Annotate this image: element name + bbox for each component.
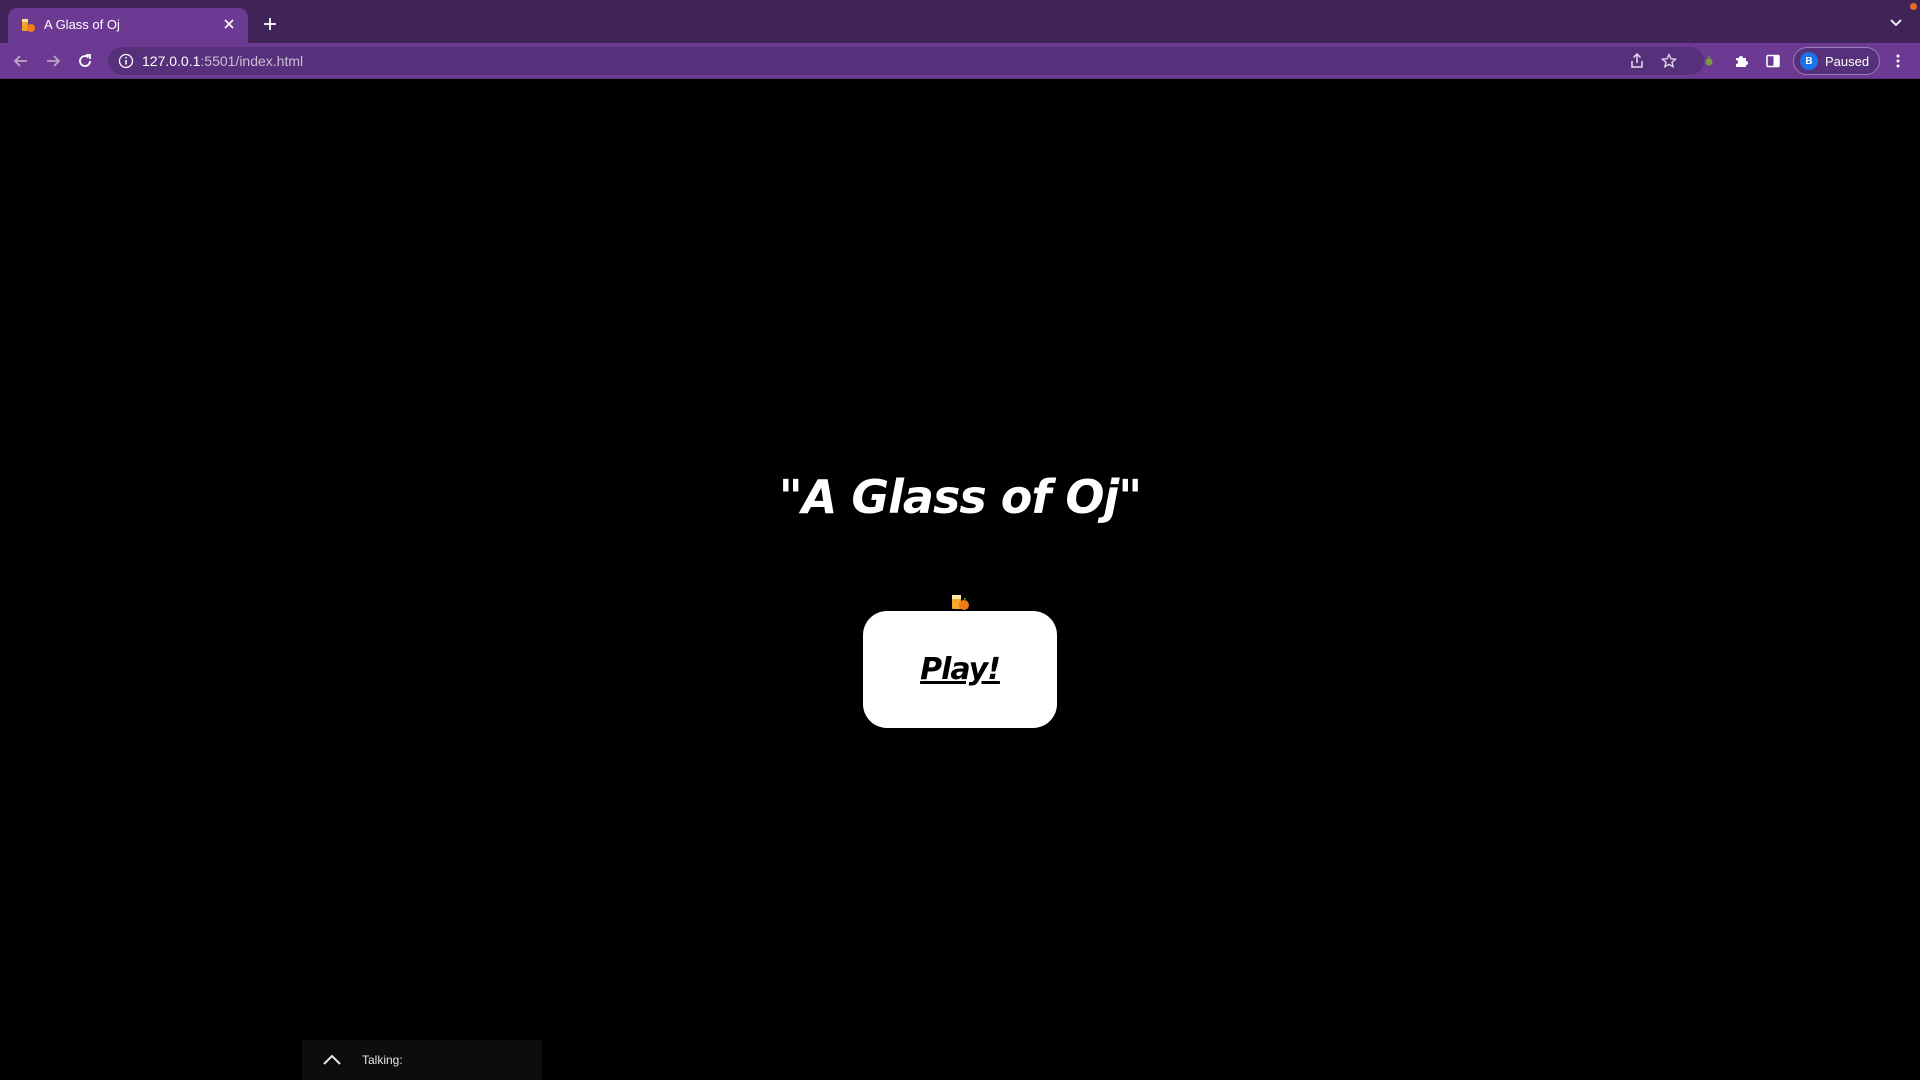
talking-label: Talking: bbox=[362, 1053, 403, 1067]
play-button-label: Play! bbox=[920, 652, 1001, 687]
plus-icon[interactable] bbox=[258, 12, 282, 36]
info-icon[interactable] bbox=[118, 53, 134, 69]
sidepanel-icon[interactable] bbox=[1761, 49, 1785, 73]
tab-strip: A Glass of Oj bbox=[0, 0, 1920, 43]
url-text[interactable]: 127.0.0.1:5501/index.html bbox=[142, 53, 303, 69]
talking-panel: Talking: bbox=[302, 1040, 542, 1080]
browser-toolbar: 127.0.0.1:5501/index.html B Paused bbox=[0, 43, 1920, 79]
more-vert-icon[interactable] bbox=[1886, 49, 1910, 73]
notification-dot-icon bbox=[1910, 3, 1917, 10]
play-button[interactable]: Play! bbox=[863, 611, 1057, 728]
url-host: 127.0.0.1 bbox=[142, 53, 201, 69]
forward-arrow-icon[interactable] bbox=[41, 49, 65, 73]
orange-juice-glass-icon bbox=[950, 592, 970, 612]
page-viewport: "A Glass of Oj" Play! Talking: bbox=[0, 80, 1920, 1080]
extension-dot-icon[interactable] bbox=[1697, 49, 1721, 73]
orange-juice-favicon-icon bbox=[20, 17, 36, 33]
profile-status: Paused bbox=[1825, 54, 1870, 69]
profile-button[interactable]: B Paused bbox=[1793, 47, 1880, 75]
star-icon[interactable] bbox=[1659, 51, 1679, 71]
back-arrow-icon[interactable] bbox=[9, 49, 33, 73]
page-title: "A Glass of Oj" bbox=[778, 470, 1142, 524]
tab-active[interactable]: A Glass of Oj bbox=[8, 8, 248, 43]
share-icon[interactable] bbox=[1627, 51, 1647, 71]
puzzle-icon[interactable] bbox=[1729, 49, 1753, 73]
tab-title: A Glass of Oj bbox=[44, 17, 120, 32]
chevron-up-icon[interactable] bbox=[320, 1050, 344, 1070]
close-icon[interactable] bbox=[218, 13, 240, 35]
reload-icon[interactable] bbox=[73, 49, 97, 73]
avatar: B bbox=[1800, 52, 1818, 70]
chevron-down-icon[interactable] bbox=[1886, 13, 1906, 33]
url-path: :5501/index.html bbox=[200, 53, 304, 69]
address-bar[interactable]: 127.0.0.1:5501/index.html bbox=[108, 47, 1704, 75]
